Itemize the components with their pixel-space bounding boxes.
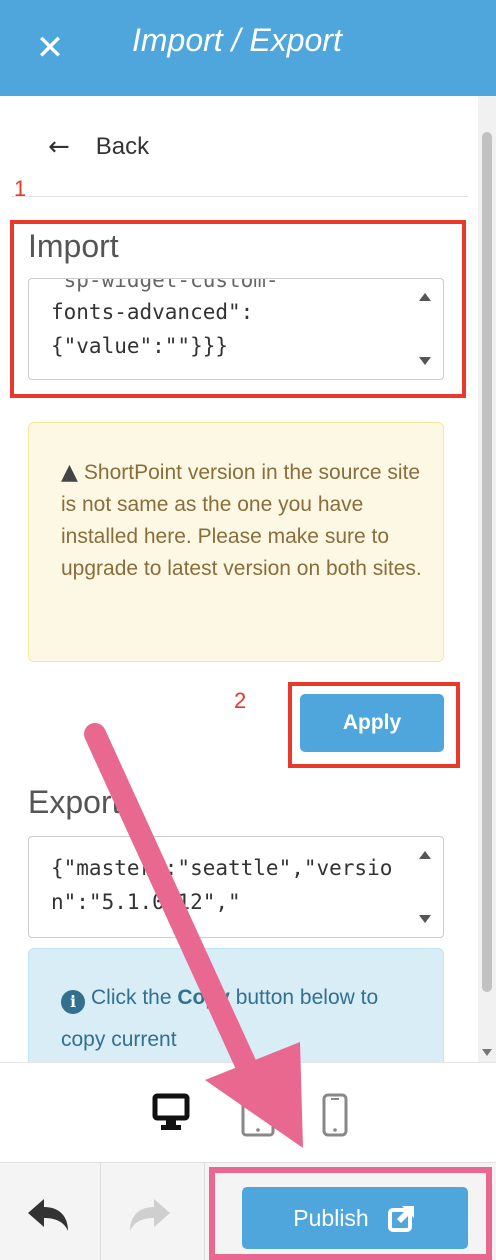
redo-icon[interactable] <box>122 1185 178 1241</box>
annotation-box-publish <box>209 1167 492 1260</box>
back-arrow-icon: ← <box>48 132 70 162</box>
info-text-before: Click the <box>91 986 178 1009</box>
scroll-down-icon[interactable] <box>419 357 431 365</box>
import-textarea[interactable]: "sp-widget-custom- fonts-advanced": {"va… <box>28 278 444 380</box>
page-title: Import / Export <box>132 22 342 58</box>
undo-icon[interactable] <box>20 1185 76 1241</box>
close-icon[interactable]: ✕ <box>22 20 78 76</box>
mobile-icon[interactable] <box>322 1093 348 1137</box>
scroll-thumb[interactable] <box>482 132 492 992</box>
back-label: Back <box>95 133 150 160</box>
info-text-bold: Copy <box>177 986 230 1009</box>
scroll-down-icon[interactable] <box>419 915 431 923</box>
import-label: Import <box>28 228 119 264</box>
divider <box>204 1163 205 1260</box>
annotation-step-2: 2 <box>234 688 247 713</box>
annotation-step-1: 1 <box>14 176 27 201</box>
import-export-panel: ← Back 1 Import "sp-widget-custom- fonts… <box>0 96 480 1062</box>
copy-info-alert: i Click the Copy button below to copy cur… <box>28 948 444 1062</box>
export-label: Export <box>28 784 121 820</box>
import-text: fonts-advanced": {"value":""}}} <box>51 300 254 358</box>
scroll-up-icon[interactable] <box>419 851 431 859</box>
version-warning-alert: ▲ ShortPoint version in the source site i… <box>28 422 444 662</box>
divider <box>12 196 468 197</box>
scroll-down-icon[interactable] <box>482 1049 492 1056</box>
apply-button[interactable]: Apply <box>300 694 444 752</box>
warning-text: ShortPoint version in the source site is… <box>61 461 422 580</box>
tablet-icon[interactable] <box>240 1093 276 1137</box>
info-icon: i <box>61 990 85 1014</box>
back-button[interactable]: ← Back <box>48 132 149 162</box>
divider <box>100 1163 101 1260</box>
panel-scrollbar[interactable] <box>478 96 496 1062</box>
desktop-icon[interactable] <box>152 1093 190 1133</box>
warning-icon: ▲ <box>61 460 78 485</box>
export-textarea[interactable]: {"master":"seattle","version":"5.1.0.12"… <box>28 836 444 938</box>
panel-header: ✕ Import / Export <box>0 0 496 96</box>
device-preview-bar <box>0 1062 496 1162</box>
scroll-up-icon[interactable] <box>419 293 431 301</box>
export-text: {"master":"seattle","version":"5.1.0.12"… <box>51 856 393 914</box>
